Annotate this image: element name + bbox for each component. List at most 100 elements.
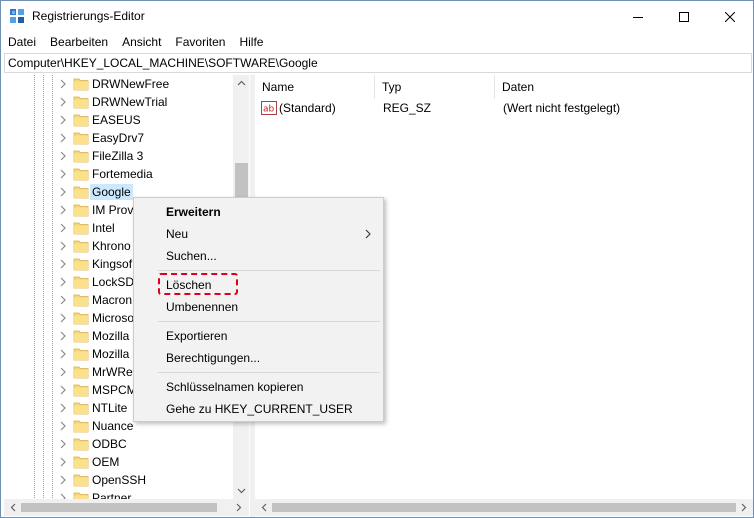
expand-chevron-icon[interactable] — [58, 132, 68, 144]
folder-icon — [73, 204, 89, 217]
value-data: (Wert nicht festgelegt) — [503, 101, 621, 115]
tree-item-label: DRWNewFree — [92, 77, 170, 91]
column-name[interactable]: Name — [255, 75, 375, 99]
list-header: Name Typ Daten — [255, 75, 753, 99]
expand-chevron-icon[interactable] — [58, 294, 68, 306]
expand-chevron-icon[interactable] — [58, 492, 68, 499]
menu-item-berechtigungen[interactable]: Berechtigungen... — [134, 347, 383, 369]
expand-chevron-icon[interactable] — [58, 204, 68, 216]
tree-item-label: OEM — [92, 455, 120, 469]
maximize-icon — [679, 11, 689, 22]
tree-item-label: EASEUS — [92, 113, 141, 127]
scroll-left-arrow-icon[interactable] — [259, 502, 270, 513]
folder-icon — [73, 276, 89, 289]
tree-item-label: Google — [90, 184, 133, 200]
scroll-down-arrow-icon[interactable] — [236, 485, 247, 496]
submenu-arrow-icon — [365, 229, 371, 239]
expand-chevron-icon[interactable] — [58, 186, 68, 198]
column-type[interactable]: Typ — [375, 75, 495, 99]
tree-item-label: MrWRe — [92, 365, 133, 379]
menu-item-neu[interactable]: Neu — [134, 223, 383, 245]
expand-chevron-icon[interactable] — [58, 222, 68, 234]
expand-chevron-icon[interactable] — [58, 366, 68, 378]
tree-item-label: NTLite — [92, 401, 128, 415]
expand-chevron-icon[interactable] — [58, 78, 68, 90]
expand-chevron-icon[interactable] — [58, 420, 68, 432]
folder-icon — [73, 168, 89, 181]
menu-item-suchen[interactable]: Suchen... — [134, 245, 383, 267]
expand-chevron-icon[interactable] — [58, 258, 68, 270]
expand-chevron-icon[interactable] — [58, 384, 68, 396]
expand-chevron-icon[interactable] — [58, 330, 68, 342]
expand-chevron-icon[interactable] — [58, 114, 68, 126]
tree-item[interactable]: Fortemedia — [4, 165, 234, 183]
tree-item-label: ODBC — [92, 437, 127, 451]
tree-item-label: MSPCM — [92, 383, 137, 397]
expand-chevron-icon[interactable] — [58, 312, 68, 324]
tree-horizontal-scrollbar[interactable] — [4, 499, 249, 516]
menu-datei[interactable]: Datei — [1, 32, 43, 52]
close-button[interactable] — [707, 1, 753, 32]
expand-chevron-icon[interactable] — [58, 168, 68, 180]
menu-item-umbenennen[interactable]: Umbenennen — [134, 296, 383, 318]
folder-icon — [73, 456, 89, 469]
folder-icon — [73, 348, 89, 361]
folder-icon — [73, 438, 89, 451]
menu-item-schluesselnamen-kopieren[interactable]: Schlüsselnamen kopieren — [134, 376, 383, 398]
expand-chevron-icon[interactable] — [58, 150, 68, 162]
minimize-button[interactable] — [615, 1, 661, 32]
tree-item-label: Partner — [92, 491, 132, 499]
tree-item[interactable]: Partner — [4, 489, 234, 499]
tree-item-label: Khrono — [92, 239, 131, 253]
scroll-left-arrow-icon[interactable] — [8, 502, 19, 513]
menu-ansicht[interactable]: Ansicht — [115, 32, 168, 52]
list-hscroll-thumb[interactable] — [272, 503, 736, 512]
scroll-right-arrow-icon[interactable] — [738, 502, 749, 513]
tree-item-label: Mozilla — [92, 329, 130, 343]
tree-item-label: OpenSSH — [92, 473, 147, 487]
folder-icon — [73, 330, 89, 343]
registry-app-icon — [10, 9, 24, 23]
menu-bearbeiten[interactable]: Bearbeiten — [43, 32, 115, 52]
string-value-icon: ab — [261, 101, 277, 115]
scroll-right-arrow-icon[interactable] — [233, 502, 244, 513]
address-bar[interactable]: Computer\HKEY_LOCAL_MACHINE\SOFTWARE\Goo… — [4, 53, 752, 73]
title-bar[interactable]: Registrierungs-Editor — [1, 1, 753, 32]
tree-item[interactable]: FileZilla 3 — [4, 147, 234, 165]
folder-icon — [73, 150, 89, 163]
menu-favoriten[interactable]: Favoriten — [168, 32, 232, 52]
expand-chevron-icon[interactable] — [58, 96, 68, 108]
tree-item-label: LockSD — [92, 275, 135, 289]
list-horizontal-scrollbar[interactable] — [255, 499, 753, 516]
tree-item[interactable]: ODBC — [4, 435, 234, 453]
maximize-button[interactable] — [661, 1, 707, 32]
tree-item[interactable]: EASEUS — [4, 111, 234, 129]
menu-separator — [158, 270, 380, 271]
expand-chevron-icon[interactable] — [58, 438, 68, 450]
tree-item[interactable]: DRWNewFree — [4, 75, 234, 93]
menu-separator — [158, 372, 380, 373]
tree-item[interactable]: OEM — [4, 453, 234, 471]
folder-icon — [73, 294, 89, 307]
tree-hscroll-thumb[interactable] — [21, 503, 217, 512]
menu-item-gehe-zu-hkcu[interactable]: Gehe zu HKEY_CURRENT_USER — [134, 398, 383, 420]
expand-chevron-icon[interactable] — [58, 402, 68, 414]
tree-item[interactable]: DRWNewTrial — [4, 93, 234, 111]
expand-chevron-icon[interactable] — [58, 276, 68, 288]
expand-chevron-icon[interactable] — [58, 456, 68, 468]
tree-item[interactable]: EasyDrv7 — [4, 129, 234, 147]
value-type: REG_SZ — [383, 101, 432, 115]
expand-chevron-icon[interactable] — [58, 348, 68, 360]
tree-item[interactable]: OpenSSH — [4, 471, 234, 489]
folder-icon — [73, 186, 89, 199]
expand-chevron-icon[interactable] — [58, 240, 68, 252]
list-row[interactable]: ab (Standard) REG_SZ (Wert nicht festgel… — [255, 99, 753, 117]
scroll-up-arrow-icon[interactable] — [236, 78, 247, 89]
menu-item-exportieren[interactable]: Exportieren — [134, 325, 383, 347]
menu-hilfe[interactable]: Hilfe — [232, 32, 270, 52]
expand-chevron-icon[interactable] — [58, 474, 68, 486]
column-data[interactable]: Daten — [495, 75, 753, 99]
folder-icon — [73, 402, 89, 415]
folder-icon — [73, 366, 89, 379]
menu-item-erweitern[interactable]: Erweitern — [134, 201, 383, 223]
